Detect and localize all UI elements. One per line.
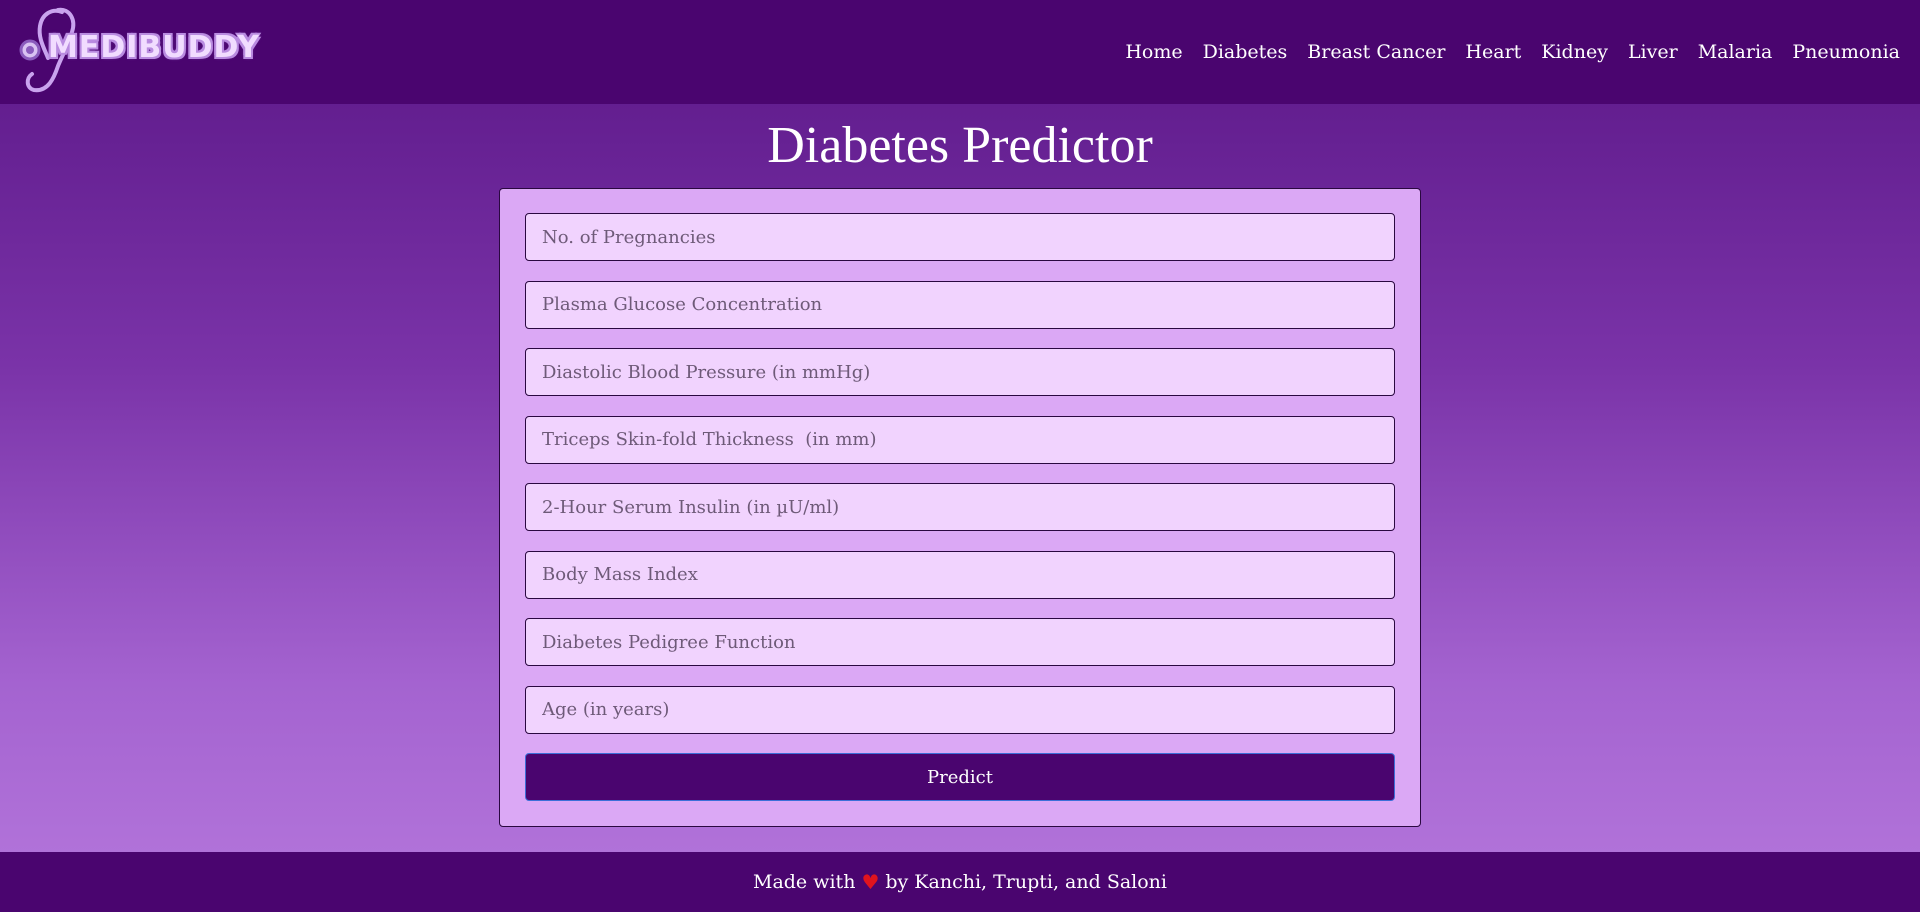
age-input[interactable] <box>525 685 1395 734</box>
footer: Made with ♥ by Kanchi, Trupti, and Salon… <box>0 852 1920 912</box>
bmi-input[interactable] <box>525 550 1395 599</box>
nav-item-liver[interactable]: Liver <box>1628 41 1678 63</box>
nav-item-heart[interactable]: Heart <box>1465 41 1521 63</box>
footer-prefix: Made with <box>752 871 856 893</box>
pedigree-function-input[interactable] <box>525 618 1395 666</box>
skin-thickness-input[interactable] <box>525 415 1395 464</box>
brand-logo[interactable]: MEDIBUDDY <box>18 0 260 104</box>
navbar: MEDIBUDDY Home Diabetes Breast Cancer He… <box>0 0 1920 104</box>
nav-item-breast-cancer[interactable]: Breast Cancer <box>1307 41 1445 63</box>
heart-icon: ♥ <box>861 870 880 894</box>
nav-item-diabetes[interactable]: Diabetes <box>1203 41 1288 63</box>
pregnancies-input[interactable] <box>525 213 1395 261</box>
prediction-form: Predict <box>499 188 1421 827</box>
nav-item-home[interactable]: Home <box>1125 41 1182 63</box>
glucose-input[interactable] <box>525 280 1395 329</box>
nav-item-malaria[interactable]: Malaria <box>1698 41 1773 63</box>
nav-item-pneumonia[interactable]: Pneumonia <box>1792 41 1900 63</box>
insulin-input[interactable] <box>525 483 1395 531</box>
page-title: Diabetes Predictor <box>767 117 1153 174</box>
footer-credits: by Kanchi, Trupti, and Saloni <box>885 871 1167 893</box>
predict-button[interactable]: Predict <box>525 753 1395 801</box>
nav-item-kidney[interactable]: Kidney <box>1541 41 1608 63</box>
brand-name: MEDIBUDDY <box>48 30 260 65</box>
nav-menu: Home Diabetes Breast Cancer Heart Kidney… <box>1125 41 1900 63</box>
blood-pressure-input[interactable] <box>525 348 1395 396</box>
